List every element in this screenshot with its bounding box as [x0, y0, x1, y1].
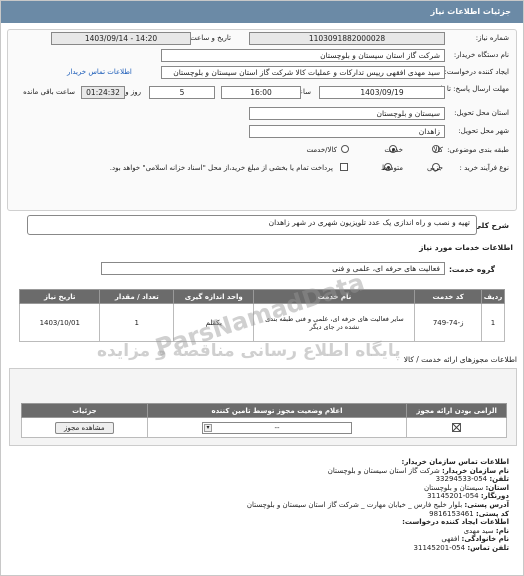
- process-medium-label: متوسط: [381, 164, 403, 172]
- cell-status: -- ▾: [146, 417, 408, 438]
- permits-section-title: اطلاعات مجوزهای ارائه خدمت / کالا: [403, 355, 517, 364]
- cell-details: مشاهده مجوز: [21, 417, 148, 438]
- watermark-line1: پایگاه اطلاع رسانی مناقصه و مزایده: [97, 341, 401, 361]
- category-goods-label: کالا: [433, 146, 443, 154]
- deadline-time-field: 16:00: [221, 86, 301, 99]
- description-box: تهیه و نصب و راه اندازی یک عدد تلویزیون …: [27, 215, 477, 235]
- cell-date: 1403/10/01: [18, 303, 101, 342]
- col-status: اعلام وضعیت مجوز توسط تامین کننده: [146, 403, 408, 418]
- col-index: ردیف: [481, 289, 505, 304]
- service-group-field: فعالیت های حرفه ای، علمی و فنی: [101, 262, 445, 275]
- checkbox-x-icon: [452, 423, 462, 432]
- contact-fax-line: دورنگار: 054-31145201: [427, 492, 509, 501]
- col-qty: تعداد / مقدار: [99, 289, 175, 304]
- process-label: نوع فرآیند خرید :: [459, 164, 509, 172]
- table-row: -- ▾ مشاهده مجوز: [21, 417, 507, 438]
- category-both-radio[interactable]: [341, 145, 349, 153]
- col-required: الزامی بودن ارائه مجوز: [406, 403, 507, 418]
- cell-index: 1: [481, 303, 505, 342]
- creator-label: ایجاد کننده درخواست:: [444, 68, 510, 76]
- buyer-label: نام دستگاه خریدار:: [453, 51, 509, 59]
- col-unit: واحد اندازه گیری: [173, 289, 255, 304]
- contact-block: اطلاعات تماس سازمان خریدار: نام سازمان خ…: [199, 458, 509, 553]
- services-table: ردیف کد خدمت نام خدمت واحد اندازه گیری ت…: [18, 289, 505, 342]
- process-partial-label: جزیی: [427, 164, 443, 172]
- need-number-field: 1103091882000028: [249, 32, 445, 45]
- category-both-label: کالا/خدمت: [306, 146, 337, 154]
- description-text: تهیه و نصب و راه اندازی یک عدد تلویزیون …: [268, 218, 470, 227]
- creator-family-line: نام خانوادگی: افقهی: [441, 535, 509, 544]
- buyer-contact-link[interactable]: اطلاعات تماس خریدار: [67, 68, 132, 76]
- need-number-label: شماره نیاز:: [475, 34, 509, 42]
- announce-field: 1403/09/14 - 14:20: [51, 32, 191, 45]
- chevron-down-icon: ▾: [204, 423, 212, 432]
- contact-title: اطلاعات تماس سازمان خریدار:: [401, 458, 509, 466]
- col-details: جزئیات: [21, 403, 148, 418]
- cell-qty: 1: [99, 303, 175, 342]
- city-label: شهر محل تحویل:: [458, 127, 509, 135]
- cell-unit: یکقلم: [173, 303, 255, 342]
- creator-title: اطلاعات ایجاد کننده درخواست:: [402, 518, 509, 527]
- treasury-payment-checkbox[interactable]: [340, 163, 348, 171]
- payment-note: پرداخت تمام یا بخشی از مبلغ خرید،از محل …: [109, 164, 333, 172]
- buyer-field: شرکت گاز استان سیستان و بلوچستان: [161, 49, 445, 62]
- permits-table: الزامی بودن ارائه مجوز اعلام وضعیت مجوز …: [21, 403, 507, 438]
- col-date: تاریخ نیاز: [18, 289, 101, 304]
- view-permit-button[interactable]: مشاهده مجوز: [55, 421, 114, 434]
- col-code: کد خدمت: [414, 289, 483, 304]
- services-header-row: ردیف کد خدمت نام خدمت واحد اندازه گیری ت…: [18, 289, 505, 304]
- permit-status-select[interactable]: -- ▾: [202, 421, 352, 434]
- days-field: 5: [149, 86, 215, 99]
- category-service-label: خدمت: [384, 146, 403, 154]
- creator-field: سید مهدی افقهی رییس تدارکات و عملیات کال…: [161, 66, 445, 79]
- permit-status-value: --: [274, 423, 280, 432]
- permits-header-row: الزامی بودن ارائه مجوز اعلام وضعیت مجوز …: [21, 403, 507, 418]
- service-group-label: گروه خدمت:: [448, 265, 495, 274]
- cell-required: [406, 417, 507, 438]
- cell-name: سایر فعالیت های حرفه ای، علمی و فنی طبقه…: [253, 303, 416, 342]
- contact-postal-line: کد پستی: 9816153461: [429, 509, 509, 518]
- province-field: سیستان و بلوچستان: [249, 107, 445, 120]
- contact-phone-line: تلفن: 054-33294533: [435, 475, 509, 484]
- contact-org-line: نام سازمان خریدار: شرکت گاز استان سیستان…: [327, 466, 509, 475]
- deadline-date-field: 1403/09/19: [319, 86, 445, 99]
- province-label: استان محل تحویل:: [454, 109, 509, 117]
- days-label: روز و: [125, 88, 141, 96]
- page-frame: جزئیات اطلاعات نیاز شماره نیاز: 11030918…: [0, 0, 524, 576]
- cell-code: ز-74-749: [414, 303, 483, 342]
- remaining-label: ساعت باقی مانده: [23, 88, 75, 96]
- remaining-field: 01:24:32: [81, 86, 125, 99]
- contact-address-line: آدرس پستی: بلوار خلیج فارس _ خیابان مهار…: [246, 500, 509, 509]
- city-field: زاهدان: [249, 125, 445, 138]
- page-title: جزئیات اطلاعات نیاز: [430, 7, 511, 16]
- col-name: نام خدمت: [253, 289, 416, 304]
- title-bar: جزئیات اطلاعات نیاز: [1, 1, 523, 23]
- category-label: طبقه بندی موضوعی:: [447, 146, 509, 154]
- creator-phone-line: تلفن تماس: 054-31145201: [413, 543, 509, 552]
- services-section-title: اطلاعات خدمات مورد نیاز: [419, 243, 513, 252]
- table-row: 1 ز-74-749 سایر فعالیت های حرفه ای، علمی…: [18, 303, 505, 342]
